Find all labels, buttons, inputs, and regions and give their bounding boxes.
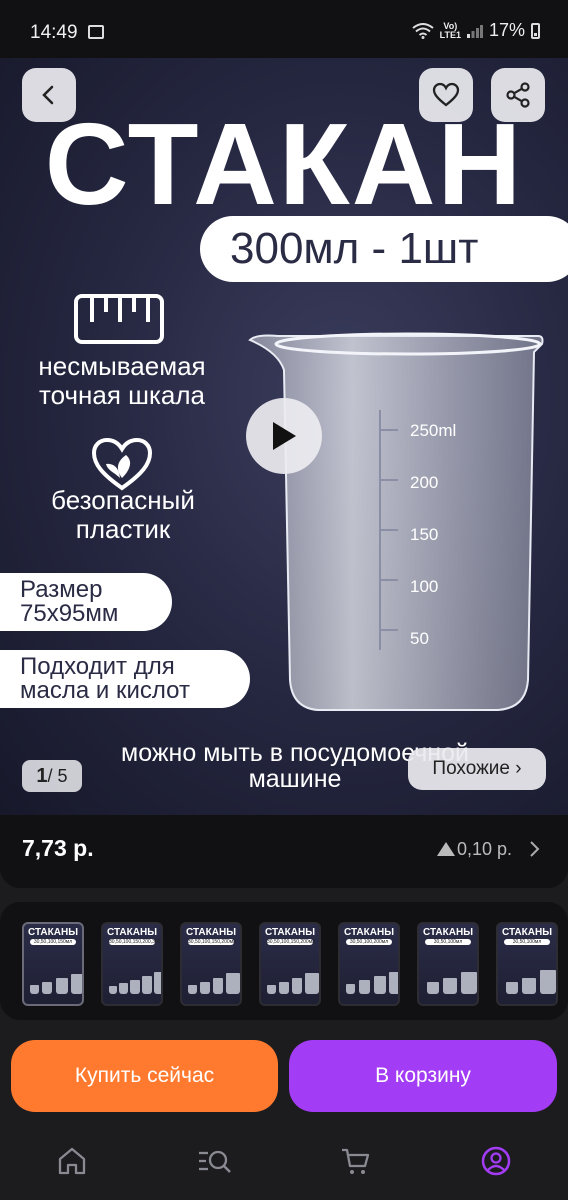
thumbnail-sizes: 30,50,100,150мл [30,939,76,945]
status-time: 14:49 [30,22,78,43]
thumbnail-sizes: 30,50,100мл [504,939,550,945]
share-icon [506,82,530,108]
status-bar: 14:49 Vo) LTE1 17% [0,0,568,58]
gallery-notification-icon [88,25,104,39]
thumbnail-cups [30,966,82,994]
beaker-mark-150: 150 [410,525,438,544]
variant-thumbnail[interactable]: СТАКАНЫ 30,50,100,150,200,300мл [101,922,163,1006]
price-change: 0,10 р. [436,839,512,860]
buy-now-button[interactable]: Купить сейчас [11,1040,278,1112]
variant-thumbnail[interactable]: СТАКАНЫ 30,50,100мл [496,922,558,1006]
counter-total: / 5 [47,766,68,786]
profile-icon[interactable] [481,1146,511,1176]
thumbnail-sizes: 30,50,100,150,200,300мл [109,939,163,945]
thumbnail-title: СТАКАНЫ [264,927,315,938]
product-image-gallery[interactable]: СТАКАН 300мл - 1шт несмываемая точная шк… [0,58,568,815]
thumbnail-cups [425,966,477,994]
beaker-mark-50: 50 [410,629,429,648]
back-button[interactable] [22,68,76,122]
thumbnail-cups [188,966,240,994]
thumbnail-cups [504,966,556,994]
feature-scale-text: несмываемая точная шкала [38,351,206,410]
price-change-value: 0,10 р. [456,839,512,859]
add-to-cart-button[interactable]: В корзину [289,1040,557,1112]
similar-products-button[interactable]: Похожие › [408,748,546,790]
catalog-search-icon[interactable] [197,1146,233,1176]
thumbnail-cups [109,966,161,994]
ruler-icon [74,294,164,344]
variant-thumbnail[interactable]: СТАКАНЫ 30,50,100,150,200мл [180,922,242,1006]
thumbnail-sizes: 30,50,100,150,200мл [267,939,316,945]
battery-percent: 17% [488,20,525,40]
heart-icon [432,82,460,107]
beaker-mark-250: 250ml [410,421,456,440]
thumbnail-title: СТАКАНЫ [501,927,552,938]
thumbnail-sizes: 30,50,100,200мл [346,939,392,945]
home-icon[interactable] [57,1146,87,1176]
price-value: 7,73 р. [22,835,94,861]
oil-acid-pill: Подходит для масла и кислот [0,650,250,708]
beaker-mark-100: 100 [410,577,438,596]
chevron-right-icon [530,841,540,857]
counter-current: 1 [36,765,48,787]
variant-thumbnail[interactable]: СТАКАНЫ 30,50,100мл [417,922,479,1006]
variant-thumbnail[interactable]: СТАКАНЫ 30,50,100,150,200мл [259,922,321,1006]
bottom-navigation [0,1128,568,1200]
thumbnail-cups [267,966,319,994]
thumbnail-title: СТАКАНЫ [422,927,473,938]
chevron-left-icon [42,85,54,105]
share-button[interactable] [491,68,545,122]
beaker-image: 250ml 200 150 100 50 [248,332,544,711]
image-counter: 1/ 5 [22,760,82,792]
variant-thumbnail[interactable]: СТАКАНЫ 30,50,100,200мл [338,922,400,1006]
hero-title: СТАКАН [44,99,524,229]
triangle-up-icon [436,842,455,856]
thumbnail-title: СТАКАНЫ [185,927,236,938]
variant-thumbnails: СТАКАНЫ 30,50,100,150мл СТАКАНЫ 30,50,10… [0,902,568,1020]
thumbnail-title: СТАКАНЫ [343,927,394,938]
favorite-button[interactable] [419,68,473,122]
price-row[interactable]: 7,73 р. 0,10 р. [0,815,568,888]
volume-pill: 300мл - 1шт [200,216,568,282]
thumbnail-cups [346,966,398,994]
play-video-button[interactable] [246,398,322,474]
battery-icon [531,22,540,39]
thumbnail-sizes: 30,50,100мл [425,939,471,945]
variant-thumbnail[interactable]: СТАКАНЫ 30,50,100,150мл [22,922,84,1006]
feature-plastic-text: безопасный пластик [51,485,195,544]
thumbnail-title: СТАКАНЫ [27,927,78,938]
play-icon [273,422,296,450]
heart-leaf-icon [92,438,152,491]
beaker-mark-200: 200 [410,473,438,492]
thumbnail-title: СТАКАНЫ [106,927,157,938]
signal-icon [466,24,483,38]
size-pill: Размер 75х95мм [0,573,172,631]
wifi-icon [412,22,434,39]
status-indicators: Vo) LTE1 17% [412,20,540,41]
network-type: Vo) LTE1 [439,20,461,40]
cart-icon[interactable] [340,1146,370,1176]
thumbnail-sizes: 30,50,100,150,200мл [188,939,237,945]
